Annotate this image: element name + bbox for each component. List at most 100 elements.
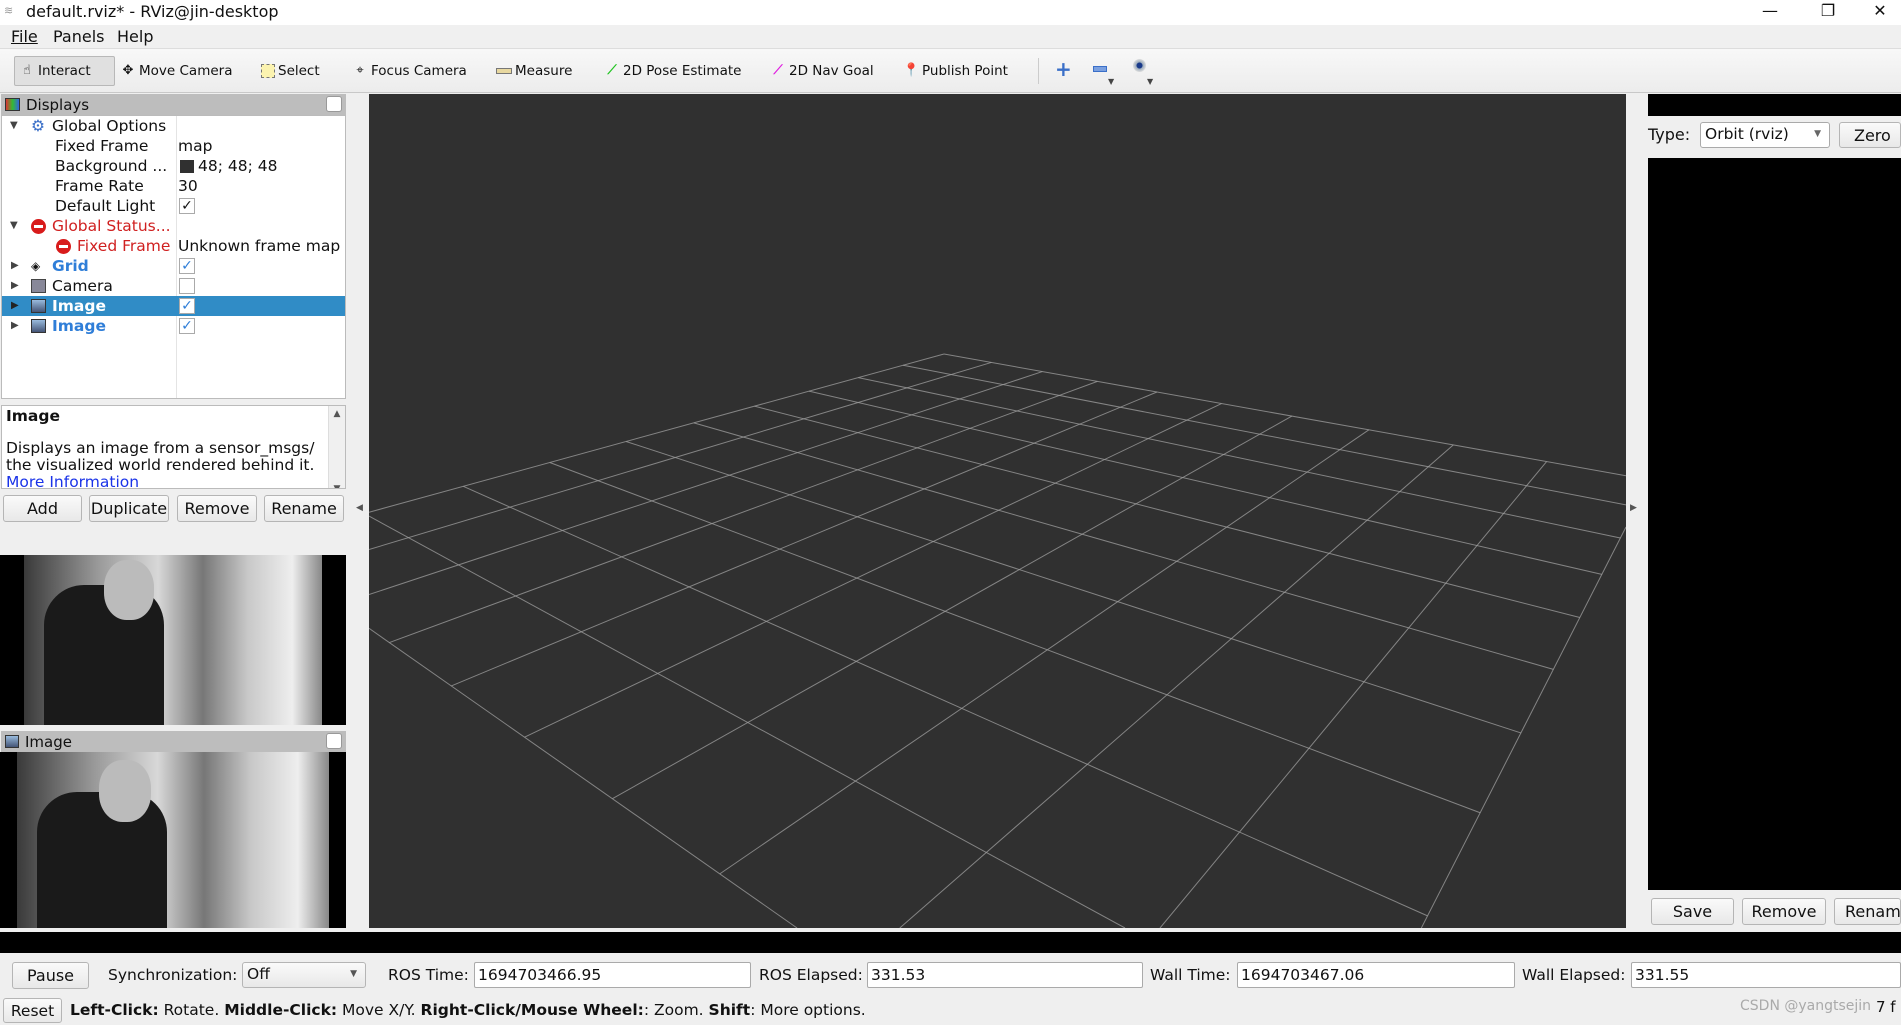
- description-scrollbar[interactable]: ▲ ▼: [328, 406, 345, 488]
- row-value[interactable]: map: [178, 136, 212, 156]
- expand-arrow-icon[interactable]: ▶: [11, 276, 23, 296]
- tree-row-grid[interactable]: ▶ ◈ Grid ✓: [2, 256, 345, 276]
- maximize-button[interactable]: ❐: [1810, 0, 1846, 25]
- camera-icon: [31, 279, 46, 293]
- expand-arrow-icon[interactable]: ▼: [10, 116, 22, 136]
- green-arrow-icon: ⟋: [607, 63, 617, 78]
- add-tool-icon[interactable]: +: [1055, 57, 1072, 81]
- tool-publish-point[interactable]: 📍 Publish Point: [899, 56, 1012, 86]
- row-label: Frame Rate: [55, 177, 144, 195]
- error-icon: [31, 219, 46, 234]
- tree-row-fixed-frame-status[interactable]: Fixed Frame Unknown frame map: [2, 236, 345, 256]
- tree-row-image-selected[interactable]: ▶ Image ✓: [2, 296, 345, 316]
- panel-title: Image: [25, 732, 72, 751]
- row-label: Default Light: [55, 197, 156, 215]
- tool-2d-nav-goal[interactable]: ⟋ 2D Nav Goal: [766, 56, 878, 86]
- tool-2d-pose-estimate[interactable]: ⟋ 2D Pose Estimate: [600, 56, 745, 86]
- tool-measure[interactable]: Measure: [492, 56, 576, 86]
- title-bar: ≋ default.rviz* - RViz@jin-desktop — ❐ ✕: [0, 0, 1901, 25]
- ros-elapsed-field[interactable]: 331.53: [867, 962, 1143, 988]
- gear-icon: ⚙: [31, 117, 45, 135]
- checkbox-checked[interactable]: ✓: [179, 198, 195, 214]
- add-display-button[interactable]: Add: [3, 495, 82, 522]
- hint-text: : Zoom.: [643, 1001, 709, 1019]
- rename-view-button[interactable]: Rename: [1834, 898, 1901, 925]
- expand-arrow-icon[interactable]: ▶: [11, 296, 23, 316]
- color-swatch[interactable]: [180, 160, 194, 173]
- tree-row-background[interactable]: Background ... 48; 48; 48: [2, 156, 345, 176]
- expand-arrow-icon[interactable]: ▶: [11, 256, 23, 276]
- reset-button[interactable]: Reset: [3, 998, 62, 1023]
- remove-display-button[interactable]: Remove: [177, 495, 257, 522]
- checkbox-unchecked[interactable]: [179, 278, 195, 294]
- tool-label: Measure: [515, 63, 573, 79]
- rename-display-button[interactable]: Rename: [264, 495, 344, 522]
- duplicate-display-button[interactable]: Duplicate: [89, 495, 169, 522]
- wall-time-field[interactable]: 1694703467.06: [1237, 962, 1515, 988]
- remove-view-button[interactable]: Remove: [1742, 898, 1826, 925]
- tool-move-camera[interactable]: ✥ Move Camera: [116, 56, 236, 86]
- row-label: Fixed Frame: [77, 237, 171, 255]
- status-hint: Left-Click: Rotate. Middle-Click: Move X…: [70, 1001, 866, 1019]
- image-icon: [31, 319, 46, 333]
- row-label: Background ...: [55, 157, 168, 175]
- description-title: Image: [6, 407, 60, 425]
- checkbox-checked[interactable]: ✓: [179, 258, 195, 274]
- zero-button[interactable]: Zero: [1839, 122, 1901, 148]
- collapse-left-icon[interactable]: ◀: [356, 503, 363, 513]
- checkbox-checked[interactable]: ✓: [179, 298, 195, 314]
- remove-tool-icon[interactable]: [1093, 66, 1107, 72]
- 3d-render-view[interactable]: [369, 94, 1626, 928]
- pause-button[interactable]: Pause: [12, 962, 89, 989]
- display-description: Image Displays an image from a sensor_ms…: [1, 405, 346, 489]
- expand-arrow-icon[interactable]: ▼: [10, 216, 22, 236]
- view-type-select[interactable]: Orbit (rviz) ▼: [1700, 122, 1830, 148]
- view-type-value: Orbit (rviz): [1705, 125, 1789, 143]
- tree-row-camera[interactable]: ▶ Camera: [2, 276, 345, 296]
- menu-bar: File Panels Help: [0, 25, 1901, 49]
- tool-interact[interactable]: ☝ Interact: [14, 56, 115, 86]
- grid-line: [943, 353, 1626, 477]
- image-panel-header: Image: [1, 731, 346, 752]
- tree-row-global-options[interactable]: ▼ ⚙ Global Options: [2, 116, 345, 136]
- tool-select[interactable]: Select: [257, 56, 324, 86]
- wall-elapsed-field[interactable]: 331.55: [1631, 962, 1901, 988]
- more-information-link[interactable]: More Information: [6, 474, 341, 489]
- ros-time-field[interactable]: 1694703466.95: [474, 962, 751, 988]
- map-pin-icon: 📍: [903, 63, 920, 78]
- checkbox-checked[interactable]: ✓: [179, 318, 195, 334]
- panel-float-button[interactable]: [326, 96, 342, 112]
- magenta-arrow-icon: ⟋: [773, 63, 783, 78]
- grid-icon: ◈: [31, 259, 41, 273]
- tree-row-image[interactable]: ▶ Image ✓: [2, 316, 345, 336]
- eye-icon[interactable]: [1133, 59, 1146, 72]
- toolbar: ☝ Interact ✥ Move Camera Select ⌖ Focus Cam…: [0, 49, 1901, 93]
- grid-line: [524, 403, 1222, 738]
- sync-select[interactable]: Off ▼: [242, 962, 366, 988]
- toolbar-separator: [1038, 58, 1039, 84]
- save-view-button[interactable]: Save: [1651, 898, 1734, 925]
- window-title: default.rviz* - RViz@jin-desktop: [26, 2, 279, 21]
- fps-readout: 7 f: [1876, 998, 1896, 1016]
- tree-row-default-light[interactable]: Default Light ✓: [2, 196, 345, 216]
- menu-file[interactable]: File: [11, 27, 38, 46]
- collapse-right-icon[interactable]: ▶: [1630, 503, 1637, 513]
- menu-help[interactable]: Help: [117, 27, 153, 46]
- tool-focus-camera[interactable]: ⌖ Focus Camera: [348, 56, 471, 86]
- row-label: Global Status...: [52, 217, 171, 235]
- chevron-down-icon[interactable]: ▼: [1147, 77, 1153, 86]
- tree-row-global-status[interactable]: ▼ Global Status...: [2, 216, 345, 236]
- minimize-button[interactable]: —: [1752, 0, 1788, 25]
- row-value[interactable]: 30: [178, 176, 198, 196]
- row-value[interactable]: 48; 48; 48: [198, 156, 277, 176]
- grid-line: [858, 377, 1621, 539]
- tree-row-fixed-frame[interactable]: Fixed Frame map: [2, 136, 345, 156]
- close-button[interactable]: ✕: [1862, 0, 1898, 25]
- tree-row-frame-rate[interactable]: Frame Rate 30: [2, 176, 345, 196]
- chevron-down-icon[interactable]: ▼: [1108, 77, 1114, 86]
- menu-panels[interactable]: Panels: [53, 27, 105, 46]
- expand-arrow-icon[interactable]: ▶: [11, 316, 23, 336]
- views-panel-header: [1648, 94, 1901, 116]
- panel-float-button[interactable]: [326, 733, 342, 749]
- displays-panel-header: Displays: [1, 94, 346, 115]
